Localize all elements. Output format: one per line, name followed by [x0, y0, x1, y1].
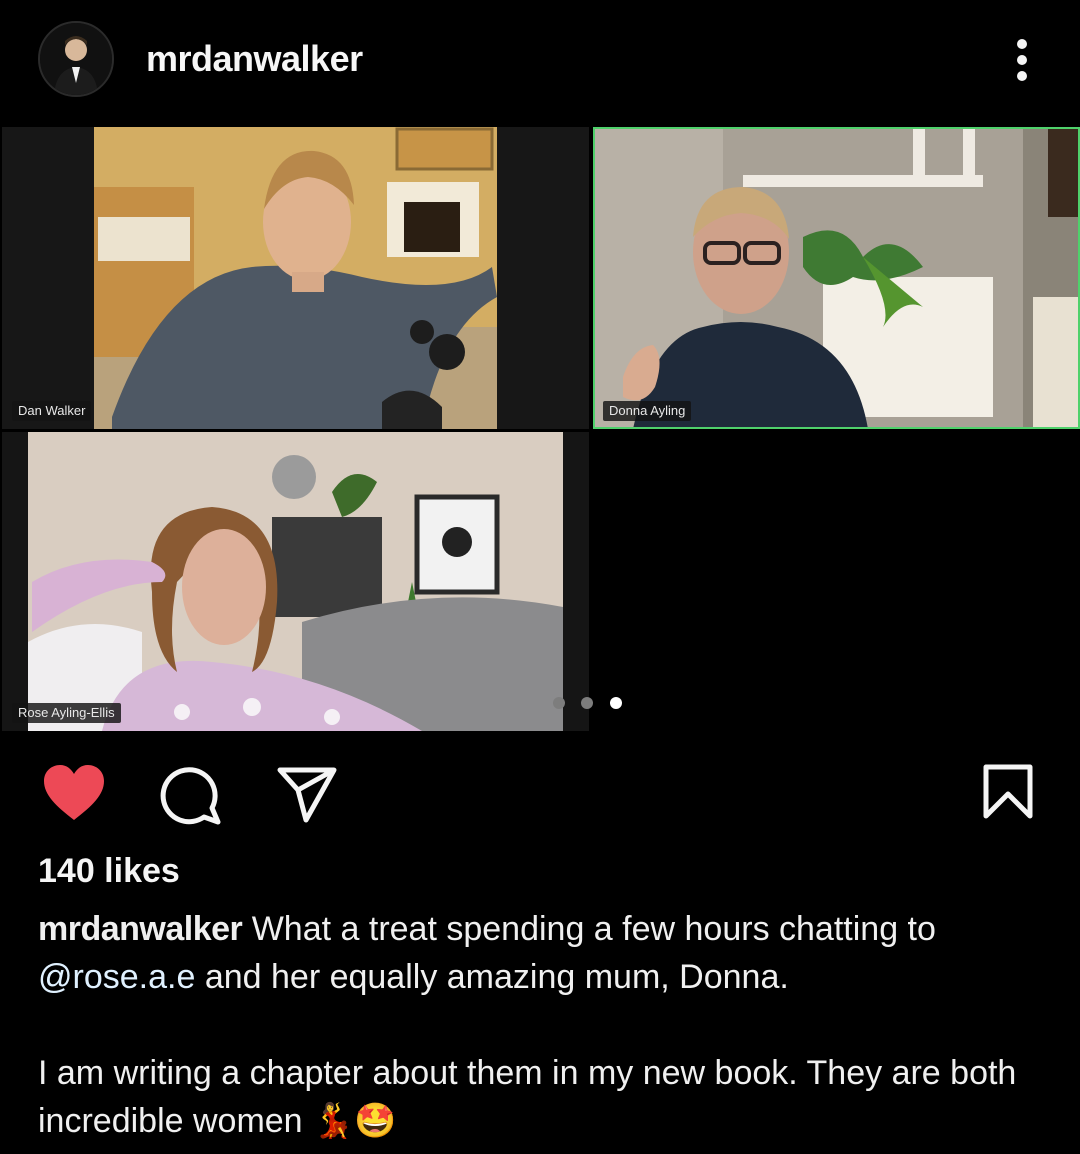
- caption-mention-link[interactable]: @rose.a.e: [38, 958, 195, 996]
- caption-username[interactable]: mrdanwalker: [38, 910, 243, 948]
- more-options-button[interactable]: [1000, 36, 1044, 84]
- video-tile-rose: Rose Ayling-Ellis: [2, 432, 589, 731]
- bookmark-icon: [983, 764, 1033, 819]
- caption-paragraph-1: mrdanwalker What a treat spending a few …: [38, 905, 1048, 1001]
- caption-emoji: 💃🤩: [312, 1102, 397, 1140]
- carousel-dot: [581, 697, 593, 709]
- like-button[interactable]: [42, 764, 106, 827]
- share-button[interactable]: [276, 766, 338, 831]
- participant-name-tag: Rose Ayling-Ellis: [12, 703, 121, 723]
- heart-icon: [44, 765, 104, 820]
- comment-icon: [160, 767, 221, 825]
- participant-name-tag: Dan Walker: [12, 401, 92, 421]
- video-frame-rose: [2, 432, 589, 731]
- instagram-post-view: mrdanwalker Dan Walker Donna Ayling Rose…: [0, 0, 1080, 1154]
- comment-button[interactable]: [160, 764, 222, 831]
- caption-text: I am writing a chapter about them in my …: [38, 1054, 1017, 1140]
- caption-paragraph-2: I am writing a chapter about them in my …: [38, 1049, 1048, 1145]
- header-username[interactable]: mrdanwalker: [146, 38, 363, 80]
- video-tile-donna: Donna Ayling: [593, 127, 1080, 429]
- post-image[interactable]: Dan Walker Donna Ayling Rose Ayling-Elli…: [0, 127, 1080, 731]
- carousel-dot: [553, 697, 565, 709]
- likes-count[interactable]: 140 likes: [38, 852, 180, 891]
- post-caption: mrdanwalker What a treat spending a few …: [38, 905, 1048, 1145]
- video-frame-donna: [593, 127, 1080, 429]
- post-header: mrdanwalker: [0, 0, 1080, 120]
- video-frame-dan: [2, 127, 589, 429]
- action-bar: [0, 752, 1080, 832]
- user-avatar[interactable]: [38, 21, 114, 97]
- carousel-dot-active: [610, 697, 622, 709]
- share-icon: [277, 767, 337, 823]
- vertical-ellipsis-icon: [1017, 39, 1027, 81]
- save-button[interactable]: [982, 764, 1034, 825]
- caption-text: and her equally amazing mum, Donna.: [195, 958, 789, 996]
- participant-name-tag: Donna Ayling: [603, 401, 692, 421]
- caption-text: What a treat spending a few hours chatti…: [251, 910, 936, 948]
- video-tile-dan: Dan Walker: [2, 127, 589, 429]
